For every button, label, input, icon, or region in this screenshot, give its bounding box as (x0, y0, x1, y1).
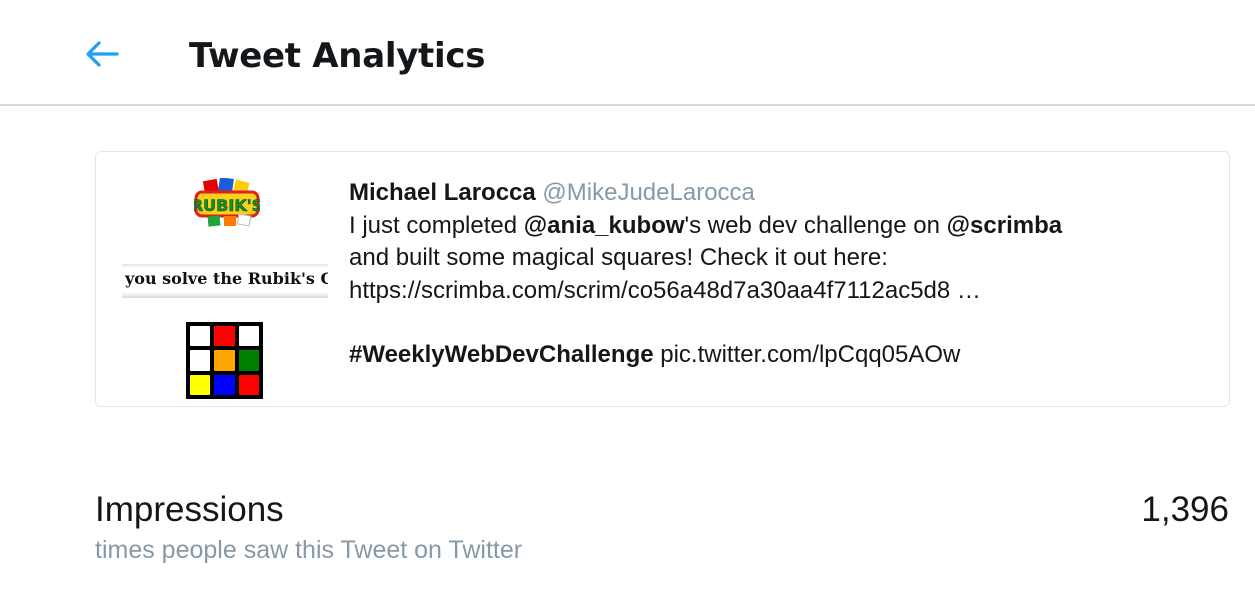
cube-grid (186, 322, 263, 399)
impressions-label: Impressions (95, 490, 284, 529)
tweet-text: Michael Larocca @MikeJudeLarocca I just … (349, 177, 1219, 372)
cube-cell (214, 350, 235, 371)
mention-link[interactable]: @ania_kubow (524, 212, 685, 239)
cube-cell (190, 374, 211, 395)
author-handle[interactable]: @MikeJudeLarocca (542, 179, 754, 206)
rubiks-logo: RUBIK'S (194, 178, 260, 227)
cube-cell (190, 350, 211, 371)
author-name[interactable]: Michael Larocca (349, 179, 536, 206)
arrow-left-icon (86, 41, 119, 67)
rubiks-logo-text: RUBIK'S (194, 196, 260, 215)
header: Tweet Analytics (0, 0, 1255, 106)
mention-link[interactable]: @scrimba (947, 212, 1062, 239)
cube-cell (214, 326, 235, 347)
page-title: Tweet Analytics (189, 36, 486, 76)
cube-cell (214, 374, 235, 395)
impressions-value: 1,396 (1141, 490, 1229, 529)
tweet-text-line-1: I just completed @ania_kubow's web dev c… (349, 210, 1219, 243)
media-caption: you solve the Rubik's C (125, 269, 328, 288)
tweet-text-line-5: #WeeklyWebDevChallenge pic.twitter.com/l… (349, 339, 1219, 372)
tweet-card[interactable]: RUBIK'S you solve the Rubik's C Michael … (95, 151, 1230, 407)
cube-cell (238, 326, 259, 347)
cube-cell (190, 326, 211, 347)
tweet-url-link[interactable]: https://scrimba.com/scrim/co56a48d7a30aa… (349, 275, 1219, 308)
cube-cell (238, 374, 259, 395)
tweet-media-thumbnail[interactable]: RUBIK'S you solve the Rubik's C (120, 176, 330, 399)
tweet-author-line: Michael Larocca @MikeJudeLarocca (349, 177, 1219, 210)
tweet-text-part: 's web dev challenge on (684, 211, 947, 239)
tweet-text-part: I just completed (349, 211, 524, 239)
media-caption-strip: you solve the Rubik's C (122, 264, 328, 298)
hashtag-link[interactable]: #WeeklyWebDevChallenge (349, 341, 654, 368)
tweet-text-line-2: and built some magical squares! Check it… (349, 244, 888, 271)
tweet-text-spacer (349, 307, 1219, 339)
pic-link[interactable]: pic.twitter.com/lpCqq05AOw (654, 341, 960, 368)
cube-cell (238, 350, 259, 371)
back-button[interactable] (80, 36, 124, 72)
impressions-description: times people saw this Tweet on Twitter (95, 536, 523, 564)
